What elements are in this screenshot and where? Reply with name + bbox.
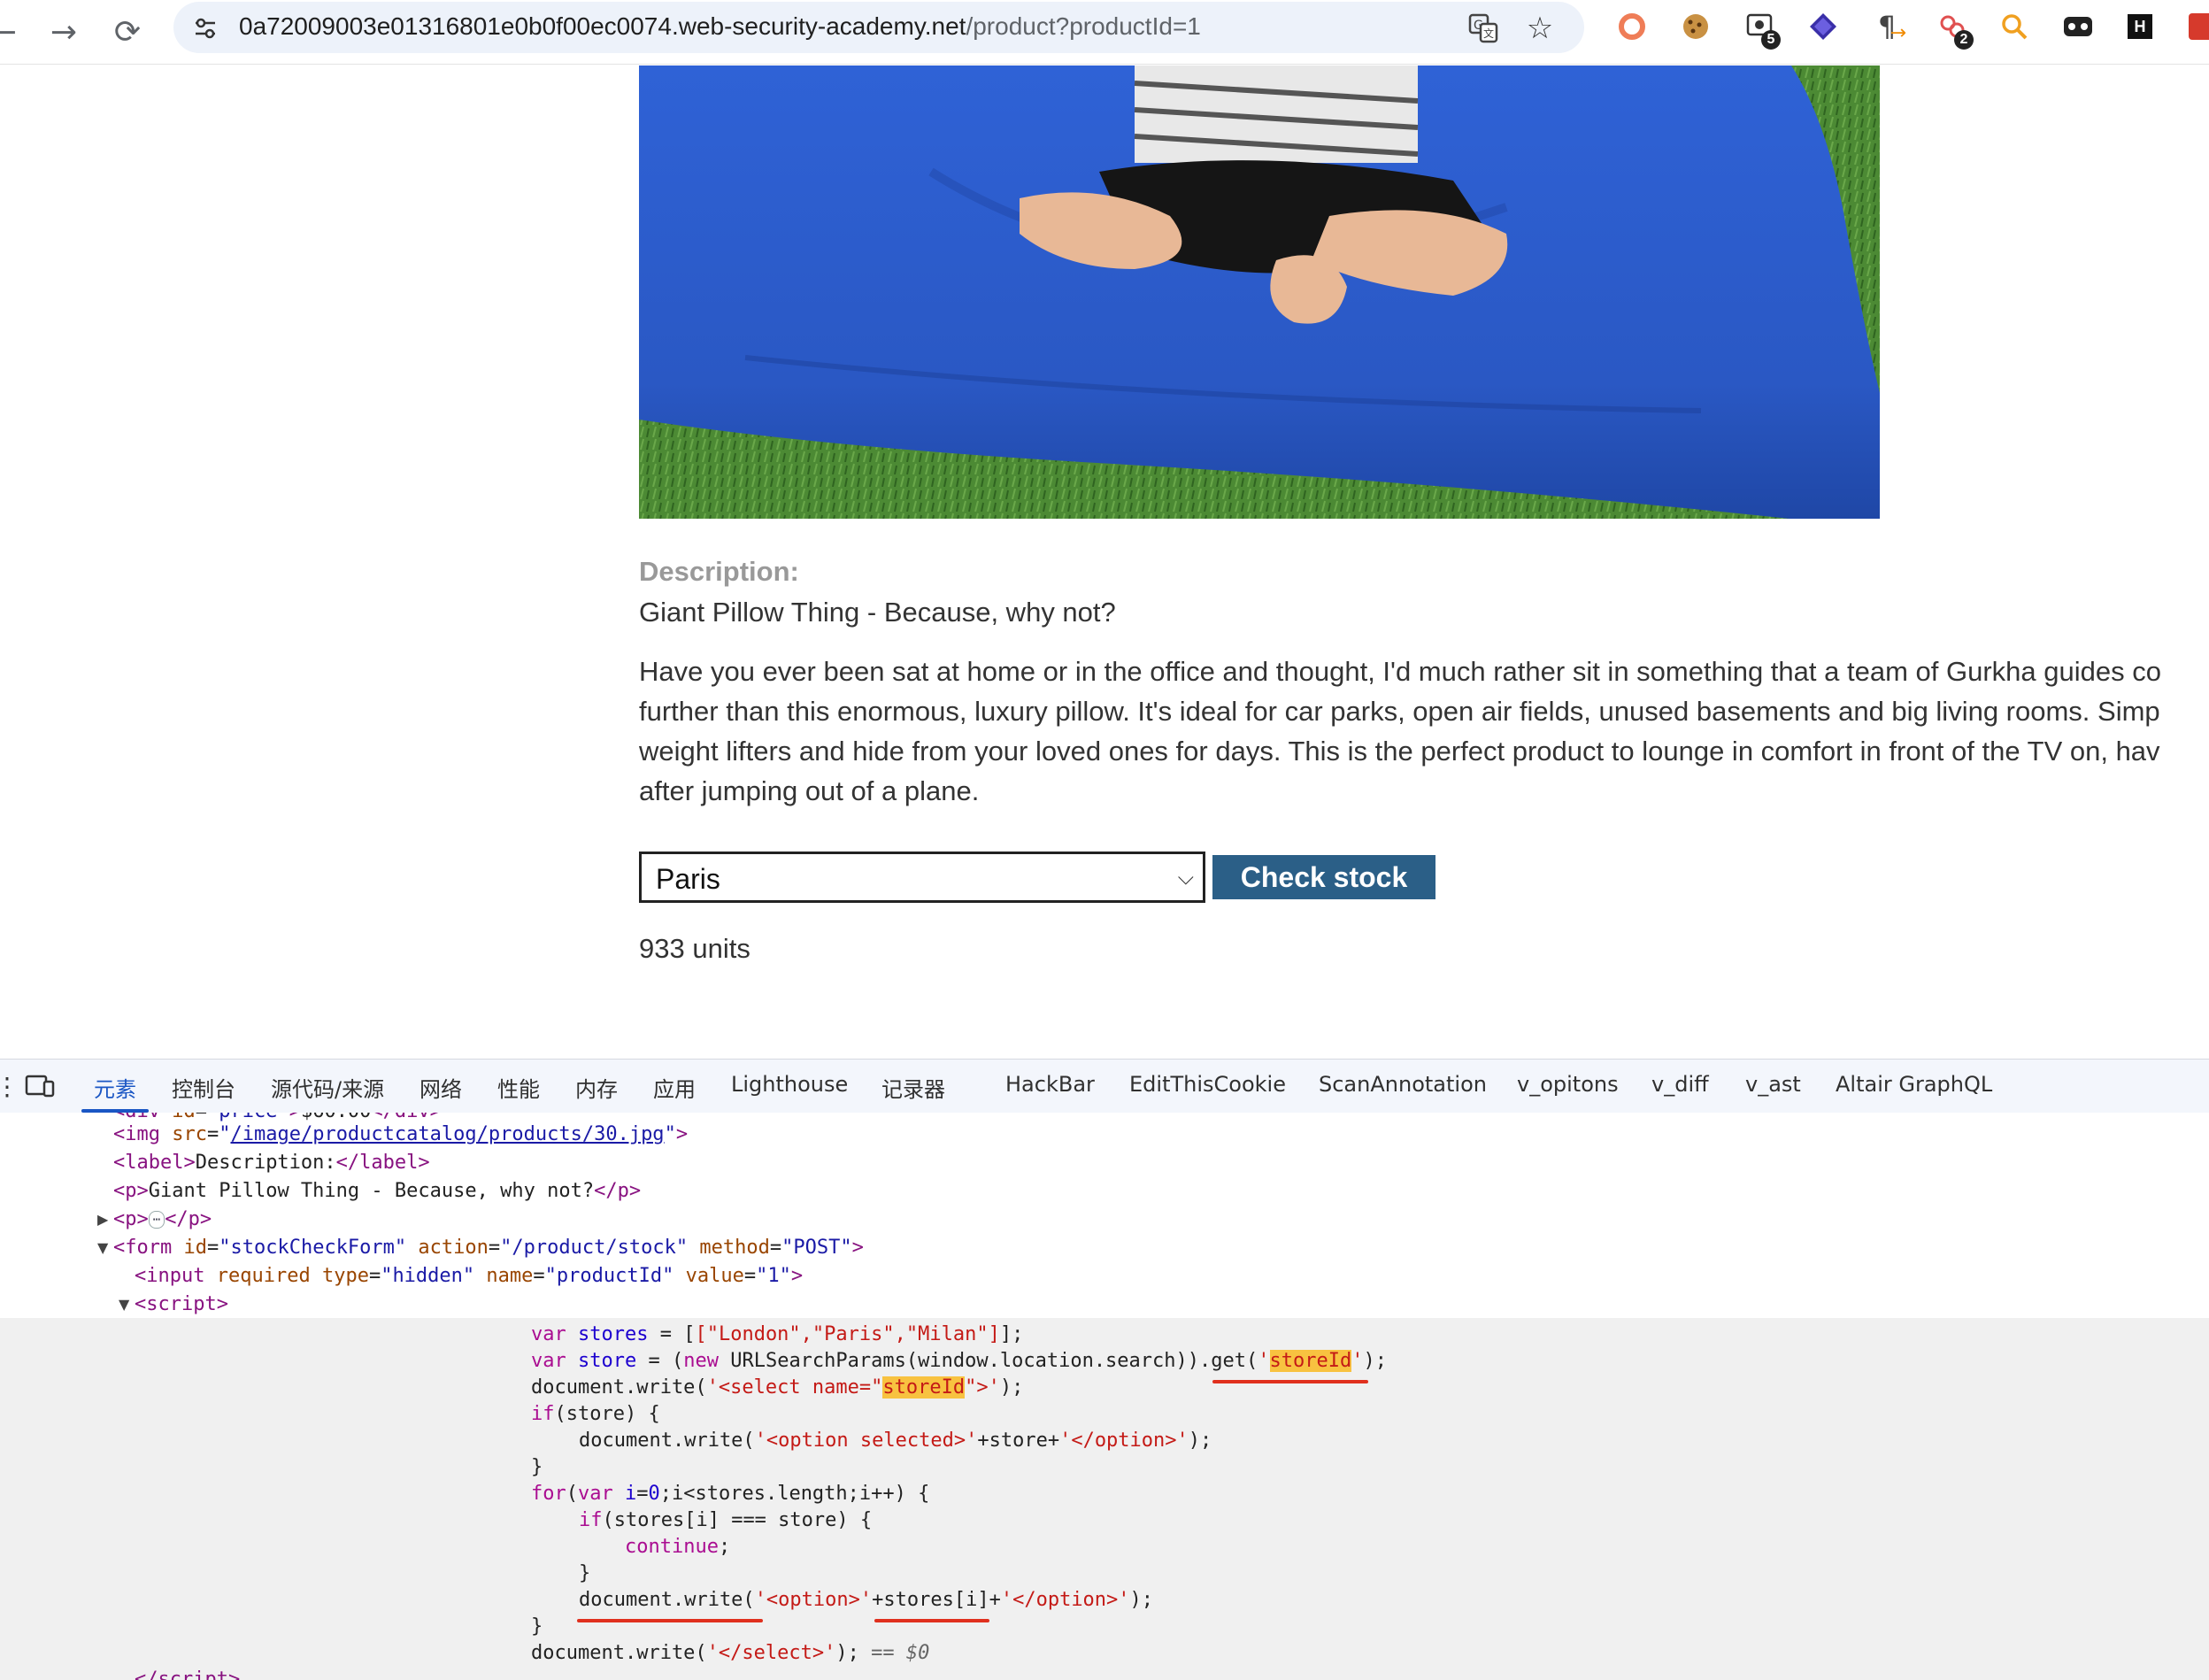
bookmark-star-icon[interactable]: ☆ (1520, 9, 1559, 48)
stock-result: 933 units (639, 933, 750, 964)
tab-editthiscookie[interactable]: EditThisCookie (1129, 1072, 1286, 1097)
description-line: after jumping out of a plane. (639, 775, 980, 806)
elements-panel: <div id="price">$60.00</div> <img src="/… (0, 1113, 2209, 1680)
js-line-if: if(store) { (531, 1403, 660, 1425)
tab-v-opitons[interactable]: v_opitons (1517, 1072, 1619, 1097)
tab-lighthouse[interactable]: Lighthouse (731, 1072, 848, 1097)
address-bar[interactable]: 0a72009003e01316801e0b0f00ec0074.web-sec… (173, 2, 1584, 53)
js-line-continue: continue; (625, 1536, 731, 1558)
description-body: Have you ever been sat at home or in the… (639, 651, 2209, 811)
js-line-store: var store = (new URLSearchParams(window.… (531, 1350, 1387, 1372)
tab-sources[interactable]: 源代码/来源 (271, 1072, 384, 1103)
js-line-close: } (531, 1456, 543, 1478)
dom-line-label[interactable]: <label>Description:</label> (113, 1152, 430, 1174)
extension-badge: 2 (1954, 30, 1974, 50)
cookie-extension-icon[interactable] (1676, 7, 1715, 46)
tab-elements[interactable]: 元素 (81, 1072, 149, 1113)
highlight-storeid: storeId (882, 1376, 966, 1399)
highlight-storeid: storeId (1269, 1350, 1352, 1372)
hackbar-extension-icon[interactable]: H (2120, 7, 2159, 46)
selected-node-marker: == $0 (871, 1642, 930, 1664)
js-line-close: } (531, 1615, 543, 1638)
js-line-option-selected: document.write('<option selected>'+store… (579, 1430, 1212, 1452)
tab-hackbar[interactable]: HackBar (1005, 1072, 1095, 1097)
img-src-link[interactable]: /image/productcatalog/products/30.jpg (230, 1123, 664, 1145)
inspect-element-icon[interactable]: ⋮ (0, 1070, 19, 1102)
js-line-option-write: document.write('<option>'+stores[i]+'</o… (579, 1589, 1154, 1611)
extension-badge: 5 (1761, 30, 1781, 50)
dom-line-script[interactable]: <script> (135, 1293, 228, 1315)
description-label: Description: (639, 556, 799, 587)
device-toolbar-icon[interactable] (25, 1070, 55, 1102)
browser-toolbar: ← → ⟳ 0a72009003e01316801e0b0f00ec0074.w… (0, 0, 2209, 65)
dom-line-script-close[interactable]: </script> (135, 1668, 240, 1680)
tab-network[interactable]: 网络 (419, 1072, 462, 1103)
dom-line-form[interactable]: <form id="stockCheckForm" action="/produ… (113, 1237, 864, 1259)
red-extension-icon[interactable] (2182, 7, 2209, 46)
js-line-select-write: document.write('<select name="storeId">'… (531, 1376, 1024, 1399)
tab-altair-graphql[interactable]: Altair GraphQL (1836, 1072, 1992, 1097)
svg-text:文: 文 (1483, 27, 1494, 40)
hackbar-letter: H (2128, 14, 2152, 39)
chevron-down-icon: ⌵ (1177, 865, 1194, 890)
paragraph-extension-icon[interactable]: ¶ → (1867, 7, 1906, 46)
search-extension-icon[interactable] (1995, 7, 2034, 46)
collapse-triangle-icon[interactable]: ▼ (97, 1239, 108, 1256)
collapse-triangle-icon[interactable]: ▼ (119, 1296, 129, 1313)
extension-ring-icon[interactable] (1612, 7, 1651, 46)
tab-application[interactable]: 应用 (653, 1072, 696, 1103)
js-line-stores: var stores = [["London","Paris","Milan"]… (531, 1323, 1024, 1345)
dom-line-clipped[interactable]: <div id="price">$60.00</div> (113, 1113, 442, 1122)
annotation-underline (577, 1619, 763, 1622)
check-stock-button[interactable]: Check stock (1212, 855, 1435, 899)
url-text[interactable]: 0a72009003e01316801e0b0f00ec0074.web-sec… (239, 12, 1201, 41)
js-line-select-close: document.write('</select>'); == $0 (531, 1642, 930, 1664)
store-select-value: Paris (656, 863, 720, 895)
links-extension-icon[interactable]: 2 (1933, 7, 1974, 50)
product-image (639, 66, 1880, 519)
tab-recorder[interactable]: 记录器 (881, 1072, 945, 1103)
dom-line-p-collapsed[interactable]: <p> ⋯ </p> (113, 1208, 212, 1230)
tab-performance[interactable]: 性能 (497, 1072, 540, 1103)
label-text: Description: (195, 1152, 336, 1174)
back-arrow-icon[interactable]: ← (0, 11, 25, 53)
devtools-tab-bar: ⋮ 元素 控制台 源代码/来源 网络 性能 内存 应用 Lighthouse 记… (0, 1059, 2209, 1114)
forward-arrow-icon[interactable]: → (42, 11, 85, 53)
annotation-underline (874, 1619, 989, 1622)
tab-scanannotation[interactable]: ScanAnnotation (1319, 1072, 1487, 1097)
description-line: further than this enormous, luxury pillo… (639, 696, 2160, 727)
dom-line-input[interactable]: <input required type="hidden" name="prod… (135, 1265, 803, 1287)
description-title: Giant Pillow Thing - Because, why not? (639, 597, 1116, 628)
tab-v-ast[interactable]: v_ast (1745, 1072, 1801, 1097)
tab-v-diff[interactable]: v_diff (1651, 1072, 1709, 1097)
url-host: 0a72009003e01316801e0b0f00ec0074.web-sec… (239, 12, 966, 40)
dom-line-p[interactable]: <p>Giant Pillow Thing - Because, why not… (113, 1180, 641, 1202)
store-select[interactable]: Paris ⌵ (639, 852, 1205, 903)
js-line-if-equal: if(stores[i] === store) { (579, 1509, 873, 1531)
js-line-for: for(var i=0;i<stores.length;i++) { (531, 1483, 930, 1505)
description-line: weight lifters and hide from your loved … (639, 736, 2160, 767)
site-settings-icon[interactable] (188, 11, 223, 46)
script-source[interactable]: var stores = [["London","Paris","Milan"]… (0, 1318, 2209, 1680)
expand-triangle-icon[interactable]: ▶ (97, 1211, 108, 1228)
reload-icon[interactable]: ⟳ (106, 11, 149, 53)
tab-console[interactable]: 控制台 (172, 1072, 235, 1103)
mask-extension-icon[interactable] (2059, 7, 2097, 46)
dom-line-img[interactable]: <img src="/image/productcatalog/products… (113, 1123, 688, 1145)
tab-memory[interactable]: 内存 (575, 1072, 618, 1103)
translate-icon[interactable]: G文 (1464, 9, 1503, 48)
description-line: Have you ever been sat at home or in the… (639, 656, 2161, 687)
layers-extension-icon[interactable] (1804, 7, 1843, 46)
js-line-close: } (579, 1562, 591, 1584)
url-path: /product?productId=1 (966, 12, 1201, 40)
scanner-extension-icon[interactable]: 5 (1740, 7, 1781, 50)
ellipsis-icon[interactable]: ⋯ (148, 1211, 165, 1229)
p-text: Giant Pillow Thing - Because, why not? (148, 1180, 595, 1202)
annotation-underline (1212, 1380, 1368, 1383)
